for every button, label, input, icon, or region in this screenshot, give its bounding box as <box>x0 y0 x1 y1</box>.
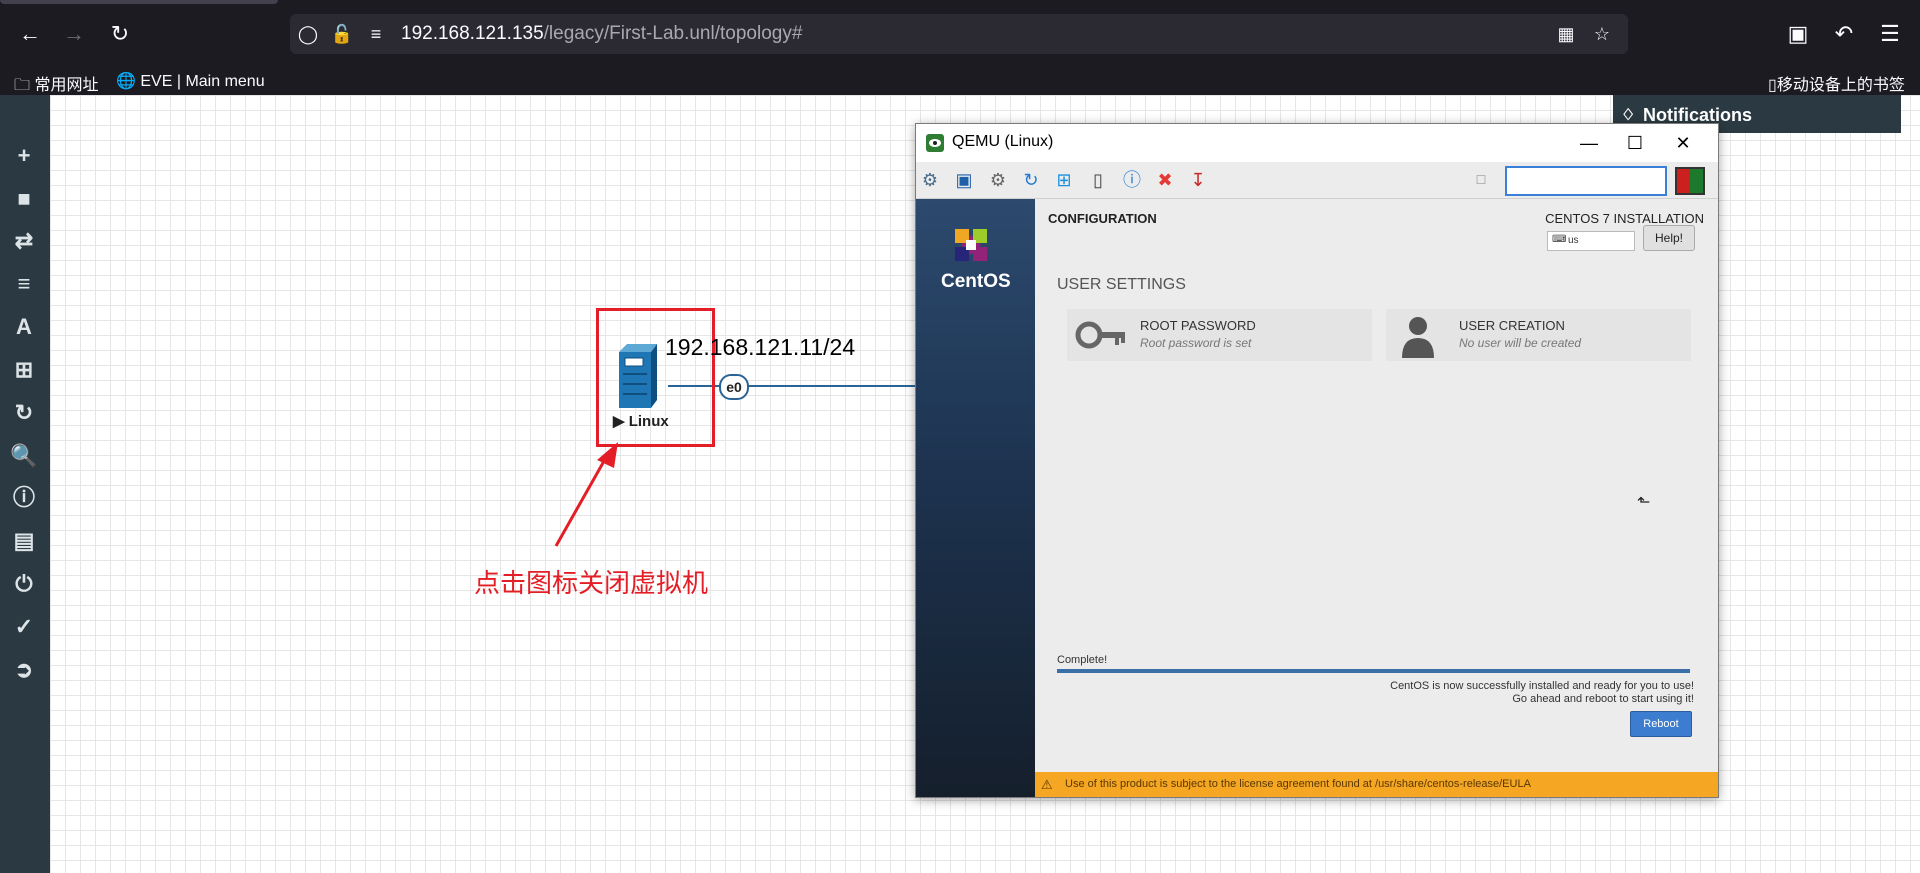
user-creation-status: No user will be created <box>1459 336 1582 350</box>
power-icon[interactable]: ⏻ <box>9 569 39 599</box>
fullscreen-icon[interactable]: ▣ <box>952 168 976 192</box>
reload-icon[interactable]: ↻ <box>104 18 136 50</box>
qr-code-icon[interactable]: ▦ <box>1554 22 1578 46</box>
user-settings-title: USER SETTINGS <box>1057 276 1186 293</box>
close-icon[interactable]: ✕ <box>1660 128 1706 158</box>
centos-logo-icon <box>955 229 987 261</box>
menu-icon[interactable]: ☰ <box>1874 18 1906 50</box>
checkbox-icon[interactable]: ☐ <box>1469 168 1493 192</box>
bookmark-eve[interactable]: 🌐 EVE | Main menu <box>116 71 265 91</box>
add-icon[interactable]: + <box>9 141 39 171</box>
color-swatch[interactable] <box>1675 167 1705 195</box>
qemu-window[interactable]: QEMU (Linux) — ☐ ✕ ⚙ ▣ ⚙ ↻ ⊞ ▯ ⓘ ✖ ↧ ☐ C… <box>915 123 1719 798</box>
bookmark-star-icon[interactable]: ☆ <box>1590 22 1614 46</box>
bookmark-label: EVE | Main menu <box>140 73 265 90</box>
url-text[interactable]: 192.168.121.135/legacy/First-Lab.unl/top… <box>401 23 802 45</box>
tab-strip <box>0 0 1920 8</box>
maximize-icon[interactable]: ☐ <box>1612 128 1658 158</box>
zoom-icon[interactable]: 🔍 <box>9 441 39 471</box>
startup-configs-icon[interactable]: ≡ <box>9 269 39 299</box>
eve-sidebar: + ■ ⇄ ≡ A ⊞ ↻ 🔍 ⓘ ▤ ⏻ ✓ ➲ <box>0 95 50 873</box>
qemu-title: QEMU (Linux) <box>952 133 1054 150</box>
keyboard-value: us <box>1568 235 1579 246</box>
annotation-arrow-icon <box>554 442 618 547</box>
key-icon <box>1075 321 1125 349</box>
refresh-icon[interactable]: ↻ <box>1019 168 1043 192</box>
list-icon[interactable]: ▤ <box>9 526 39 556</box>
info-icon[interactable]: ⓘ <box>9 483 39 513</box>
complete-label: Complete! <box>1057 654 1108 666</box>
toolbar-input[interactable] <box>1505 166 1667 196</box>
eula-banner: ⚠ Use of this product is subject to the … <box>1035 772 1718 797</box>
annotation-text: 点击图标关闭虚拟机 <box>474 568 709 598</box>
reboot-button[interactable]: Reboot <box>1630 711 1692 737</box>
settings-icon[interactable]: ⚙ <box>986 168 1010 192</box>
server-icon[interactable] <box>613 340 663 410</box>
keyboard-layout[interactable]: ⌨ us <box>1547 231 1635 251</box>
done-message-1: CentOS is now successfully installed and… <box>1390 680 1694 692</box>
nodes-icon[interactable]: ■ <box>9 184 39 214</box>
refresh-icon[interactable]: ↻ <box>9 398 39 428</box>
qemu-toolbar: ⚙ ▣ ⚙ ↻ ⊞ ▯ ⓘ ✖ ↧ ☐ <box>916 162 1718 199</box>
qemu-app-icon <box>926 134 944 152</box>
done-message-2: Go ahead and reboot to start using it! <box>1512 693 1694 705</box>
keyboard-icon: ⌨ <box>1552 234 1567 245</box>
mobile-bookmarks[interactable]: ▯移动设备上的书签 <box>1768 71 1905 95</box>
check-icon[interactable]: ✓ <box>9 612 39 642</box>
installer-main: CONFIGURATION CENTOS 7 INSTALLATION ⌨ us… <box>1035 199 1718 797</box>
bell-icon: ♢ <box>1621 107 1636 124</box>
centos-brand: CentOS <box>941 271 1011 292</box>
installation-title: CENTOS 7 INSTALLATION <box>1545 211 1704 226</box>
user-creation-spoke[interactable]: USER CREATION No user will be created <box>1386 309 1691 361</box>
grid-icon[interactable]: ⊞ <box>9 355 39 385</box>
disconnect-icon[interactable]: ↧ <box>1186 168 1210 192</box>
info-icon[interactable]: ⓘ <box>1120 168 1144 192</box>
interface-label: e0 <box>719 374 749 400</box>
active-tab[interactable] <box>0 0 278 4</box>
clipboard-icon[interactable]: ▯ <box>1086 168 1110 192</box>
install-progress-fill <box>1057 669 1690 673</box>
install-progress-bar <box>1057 669 1690 673</box>
back-icon[interactable]: ← <box>14 18 46 50</box>
windows-key-icon[interactable]: ⊞ <box>1052 168 1076 192</box>
networks-icon[interactable]: ⇄ <box>9 226 39 256</box>
forward-icon[interactable]: → <box>58 18 90 50</box>
eula-text: Use of this product is subject to the li… <box>1065 778 1531 790</box>
bookmarks-bar: 🗀 常用网址 🌐 EVE | Main menu ▯移动设备上的书签 <box>0 68 1920 95</box>
crop-icon[interactable]: ▣ <box>1782 18 1814 50</box>
shield-icon[interactable]: ◯ <box>296 22 320 46</box>
mouse-cursor-icon: ⬑ <box>1637 494 1651 511</box>
text-icon[interactable]: A <box>9 312 39 342</box>
address-bar[interactable]: ◯ 🔓 ≡ 192.168.121.135/legacy/First-Lab.u… <box>290 14 1628 54</box>
root-password-title: ROOT PASSWORD <box>1140 318 1256 333</box>
root-password-spoke[interactable]: ROOT PASSWORD Root password is set <box>1067 309 1372 361</box>
mobile-bookmarks-label: 移动设备上的书签 <box>1776 77 1905 94</box>
bookmark-label: 常用网址 <box>34 77 99 94</box>
root-password-status: Root password is set <box>1140 336 1252 350</box>
stop-icon[interactable]: ✖ <box>1153 168 1177 192</box>
centos-sidebar: CentOS <box>916 199 1035 797</box>
minimize-icon[interactable]: — <box>1566 128 1612 158</box>
help-button[interactable]: Help! <box>1643 225 1695 251</box>
qemu-titlebar[interactable]: QEMU (Linux) — ☐ ✕ <box>916 124 1718 162</box>
user-icon <box>1402 317 1434 358</box>
user-creation-title: USER CREATION <box>1459 318 1565 333</box>
lock-warning-icon[interactable]: 🔓 <box>330 22 354 46</box>
node-name-label[interactable]: ▶ Linux <box>613 412 669 430</box>
configuration-title: CONFIGURATION <box>1048 211 1157 226</box>
node-ip-label: 192.168.121.11/24 <box>665 334 856 360</box>
permissions-icon[interactable]: ≡ <box>364 22 388 46</box>
browser-toolbar: ← → ↻ ◯ 🔓 ≡ 192.168.121.135/legacy/First… <box>0 0 1920 68</box>
logout-icon[interactable]: ➲ <box>9 655 39 685</box>
undo-icon[interactable]: ↶ <box>1828 18 1860 50</box>
warning-icon: ⚠ <box>1041 777 1053 792</box>
devices-icon[interactable]: ⚙ <box>918 168 942 192</box>
